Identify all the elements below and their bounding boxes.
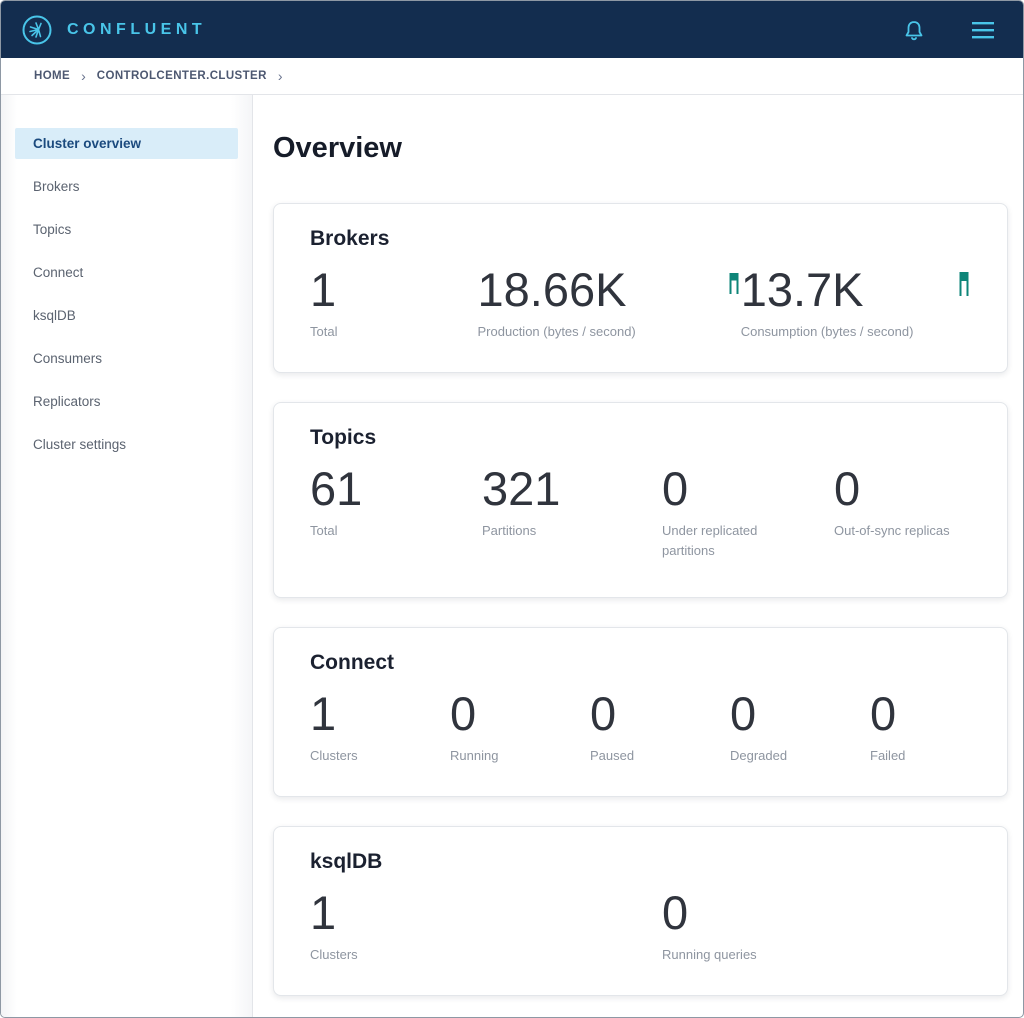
stat-label: Out-of-sync replicas (834, 521, 971, 541)
stat-value: 321 (482, 463, 662, 516)
confluent-logo-icon (21, 14, 53, 46)
notifications-bell-icon[interactable] (901, 16, 927, 44)
consumption-sparkline-icon (957, 269, 971, 297)
stat-label: Degraded (730, 746, 870, 766)
stat-value: 61 (310, 463, 482, 516)
sidebar-item-topics[interactable]: Topics (15, 214, 238, 245)
overview-cards: Brokers 1 Total 18.66K Production (bytes… (273, 203, 1023, 996)
stat-ksqldb-clusters: 1 Clusters (310, 887, 662, 965)
stat-label: Total (310, 521, 482, 541)
stat-connect-running: 0 Running (450, 688, 590, 766)
stat-value: 1 (310, 688, 450, 741)
sidebar-item-cluster-overview[interactable]: Cluster overview (15, 128, 238, 159)
stat-value: 0 (834, 463, 971, 516)
connect-card-title: Connect (310, 651, 971, 675)
main-content: Overview Brokers 1 Total 18.66K Producti… (253, 95, 1023, 1018)
topics-card[interactable]: Topics 61 Total 321 Partitions 0 Under r (273, 402, 1008, 598)
stat-connect-paused: 0 Paused (590, 688, 730, 766)
brokers-card-title: Brokers (310, 227, 971, 251)
stat-label: Partitions (482, 521, 662, 541)
stat-value: 1 (310, 887, 662, 940)
sidebar-item-connect[interactable]: Connect (15, 257, 238, 288)
stat-label: Failed (870, 746, 971, 766)
stat-label: Consumption (bytes / second) (741, 322, 971, 342)
chevron-right-icon: › (278, 69, 283, 83)
stat-ksqldb-running-queries: 0 Running queries (662, 887, 971, 965)
hamburger-menu-icon[interactable] (969, 18, 997, 42)
topics-stats: 61 Total 321 Partitions 0 Under replicat… (310, 463, 971, 561)
production-sparkline-icon (727, 269, 741, 295)
ksqldb-card[interactable]: ksqlDB 1 Clusters 0 Running queries (273, 826, 1008, 996)
breadcrumb: HOME › CONTROLCENTER.CLUSTER › (1, 58, 1023, 95)
connect-stats: 1 Clusters 0 Running 0 Paused 0 (310, 688, 971, 766)
breadcrumb-cluster[interactable]: CONTROLCENTER.CLUSTER (97, 70, 267, 82)
stat-value: 0 (662, 463, 834, 516)
sidebar-item-cluster-settings[interactable]: Cluster settings (15, 429, 238, 460)
stat-label: Under replicated partitions (662, 521, 774, 561)
cluster-sidebar: Cluster overview Brokers Topics Connect … (1, 95, 253, 1018)
stat-value: 1 (310, 264, 478, 317)
app-window: CONFLUENT HOME › CONTROLCENTER.CLUSTER › (0, 0, 1024, 1018)
connect-card[interactable]: Connect 1 Clusters 0 Running 0 Paused (273, 627, 1008, 797)
sidebar-item-replicators[interactable]: Replicators (15, 386, 238, 417)
stat-value: 18.66K (478, 264, 741, 317)
ksqldb-card-title: ksqlDB (310, 850, 971, 874)
ksqldb-stats: 1 Clusters 0 Running queries (310, 887, 971, 965)
stat-brokers-production: 18.66K Production (bytes / second) (478, 264, 741, 342)
stat-label: Running queries (662, 945, 971, 965)
stat-value: 0 (590, 688, 730, 741)
sidebar-item-brokers[interactable]: Brokers (15, 171, 238, 202)
stat-label: Clusters (310, 746, 450, 766)
sidebar-item-consumers[interactable]: Consumers (15, 343, 238, 374)
stat-value: 0 (870, 688, 971, 741)
page-body: Cluster overview Brokers Topics Connect … (1, 95, 1023, 1018)
stat-topics-partitions: 321 Partitions (482, 463, 662, 561)
stat-label: Running (450, 746, 590, 766)
sidebar-item-ksqldb[interactable]: ksqlDB (15, 300, 238, 331)
stat-connect-degraded: 0 Degraded (730, 688, 870, 766)
breadcrumb-home[interactable]: HOME (34, 70, 70, 82)
stat-topics-under-replicated: 0 Under replicated partitions (662, 463, 834, 561)
stat-value: 0 (662, 887, 971, 940)
chevron-right-icon: › (81, 69, 86, 83)
stat-label: Total (310, 322, 478, 342)
brand-wordmark: CONFLUENT (67, 21, 206, 39)
stat-topics-total: 61 Total (310, 463, 482, 561)
top-navbar: CONFLUENT (1, 1, 1023, 58)
stat-connect-failed: 0 Failed (870, 688, 971, 766)
stat-label: Paused (590, 746, 730, 766)
brokers-stats: 1 Total 18.66K Production (bytes / secon… (310, 264, 971, 342)
stat-brokers-consumption: 13.7K Consumption (bytes / second) (741, 264, 971, 342)
stat-topics-out-of-sync: 0 Out-of-sync replicas (834, 463, 971, 561)
stat-value: 0 (730, 688, 870, 741)
brokers-card[interactable]: Brokers 1 Total 18.66K Production (bytes… (273, 203, 1008, 373)
page-title: Overview (273, 132, 1023, 165)
stat-connect-clusters: 1 Clusters (310, 688, 450, 766)
stat-label: Clusters (310, 945, 662, 965)
navbar-actions (901, 16, 997, 44)
stat-value: 0 (450, 688, 590, 741)
stat-brokers-total: 1 Total (310, 264, 478, 342)
stat-value: 13.7K (741, 264, 971, 317)
topics-card-title: Topics (310, 426, 971, 450)
stat-label: Production (bytes / second) (478, 322, 741, 342)
